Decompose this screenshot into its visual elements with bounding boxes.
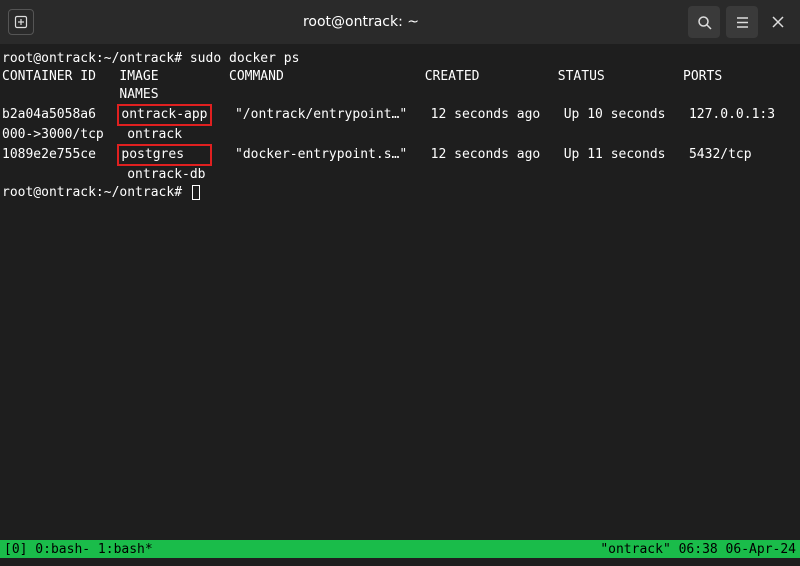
image-highlight: ontrack-app (117, 104, 211, 126)
status-val: Up 11 seconds (564, 147, 666, 162)
close-button[interactable] (764, 6, 792, 38)
ports-val: 127.0.0.1:3 (689, 107, 775, 122)
ports-wrap: 000->3000/tcp (2, 127, 104, 142)
table-row-wrap: ontrack-db (2, 166, 798, 184)
user-host: root@ontrack (2, 185, 96, 200)
created-val: 12 seconds ago (431, 107, 541, 122)
table-row-wrap: 000->3000/tcp ontrack (2, 126, 798, 144)
header-row-1: CONTAINER ID IMAGE COMMAND CREATED STATU… (2, 68, 798, 86)
prompt-line: root@ontrack:~/ontrack# sudo docker ps (2, 50, 798, 68)
col-status: STATUS (558, 69, 605, 84)
cursor (192, 185, 200, 200)
col-image: IMAGE (119, 69, 158, 84)
command-val: "docker-entrypoint.s…" (235, 147, 407, 162)
container-id: 1089e2e755ce (2, 147, 96, 162)
image-name: ontrack-app (121, 107, 207, 122)
command-text: sudo docker ps (190, 51, 300, 66)
search-button[interactable] (688, 6, 720, 38)
menu-icon (735, 15, 750, 30)
container-id: b2a04a5058a6 (2, 107, 96, 122)
terminal-area[interactable]: root@ontrack:~/ontrack# sudo docker ps C… (0, 44, 800, 208)
user-host: root@ontrack (2, 51, 96, 66)
col-command: COMMAND (229, 69, 284, 84)
col-container: CONTAINER ID (2, 69, 96, 84)
container-name: ontrack (127, 127, 182, 142)
header-row-2: NAMES (2, 86, 798, 104)
status-val: Up 10 seconds (564, 107, 666, 122)
tmux-windows[interactable]: [0] 0:bash- 1:bash* (4, 542, 153, 557)
close-icon (772, 16, 784, 28)
search-icon (697, 15, 712, 30)
header-buttons (688, 6, 792, 38)
window-header: root@ontrack: ~ (0, 0, 800, 44)
container-name: ontrack-db (127, 167, 205, 182)
tmux-status-bar: [0] 0:bash- 1:bash* "ontrack" 06:38 06-A… (0, 540, 800, 558)
created-val: 12 seconds ago (431, 147, 541, 162)
image-name: postgres (121, 147, 184, 162)
table-row: b2a04a5058a6 ontrack-app "/ontrack/entry… (2, 104, 798, 126)
cwd: ~/ontrack (104, 185, 174, 200)
tmux-session-info: "ontrack" 06:38 06-Apr-24 (600, 542, 796, 557)
col-names: NAMES (119, 87, 158, 102)
col-created: CREATED (425, 69, 480, 84)
new-tab-icon (14, 15, 28, 29)
table-row: 1089e2e755ce postgres "docker-entrypoint… (2, 144, 798, 166)
menu-button[interactable] (726, 6, 758, 38)
prompt-line: root@ontrack:~/ontrack# (2, 184, 798, 202)
ports-val: 5432/tcp (689, 147, 752, 162)
new-tab-button[interactable] (8, 9, 34, 35)
command-val: "/ontrack/entrypoint…" (235, 107, 407, 122)
image-highlight: postgres (117, 144, 211, 166)
window-title: root@ontrack: ~ (42, 14, 680, 30)
cwd: ~/ontrack (104, 51, 174, 66)
col-ports: PORTS (683, 69, 722, 84)
